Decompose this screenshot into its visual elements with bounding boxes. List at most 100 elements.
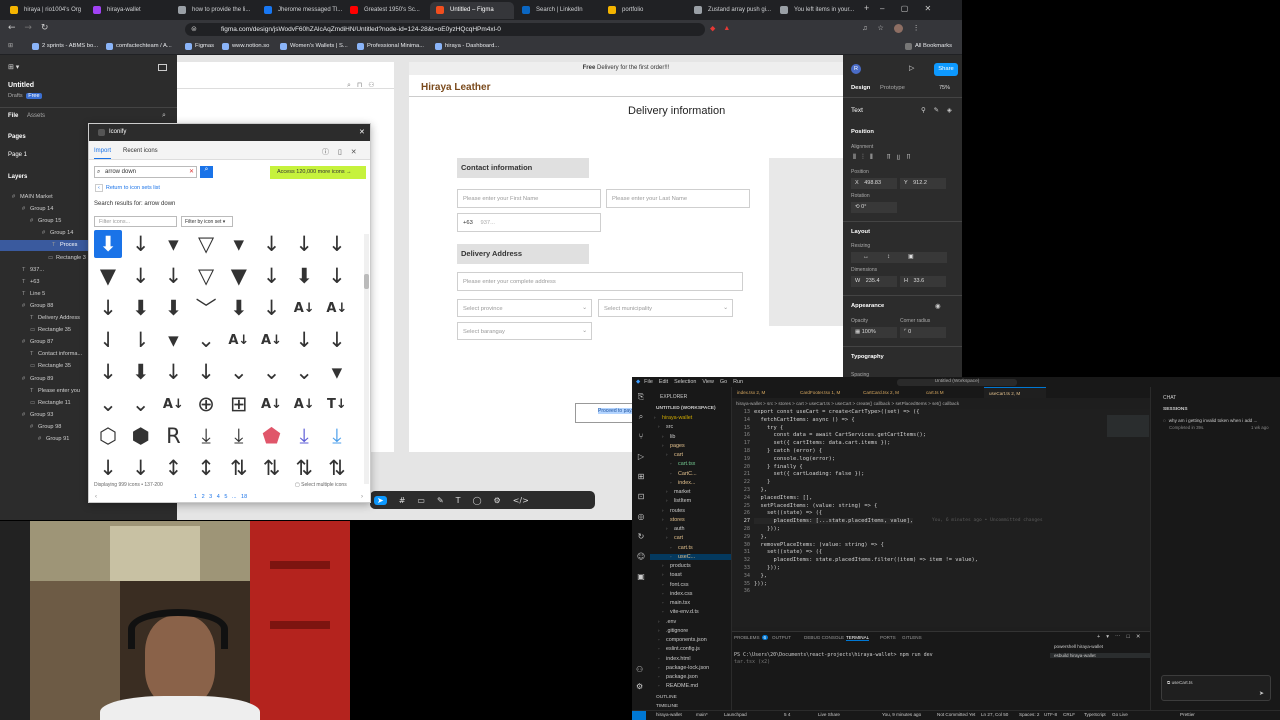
arrow-down-icon-option[interactable]: ↓ — [192, 358, 220, 386]
arrow-down-icon-option[interactable]: ⊞ — [225, 390, 253, 418]
status-item[interactable]: Launchpad — [724, 712, 747, 717]
minimize-icon[interactable]: – — [880, 4, 884, 13]
tab-import[interactable]: Import — [94, 148, 112, 159]
zoom-level[interactable]: 75% — [939, 85, 950, 91]
explorer-item[interactable]: › auth — [650, 526, 731, 532]
arrow-down-icon-option[interactable]: ↓ — [258, 294, 286, 322]
terminal-instance[interactable]: esbuild hiraya-wallet — [1050, 653, 1150, 658]
arrow-down-icon-option[interactable]: ↕ — [192, 454, 220, 482]
arrow-down-icon-option[interactable]: ⤓ — [323, 422, 351, 450]
menu-item-go[interactable]: Go — [720, 379, 727, 385]
source-control-icon[interactable]: ⑂ — [632, 427, 650, 447]
figma-menu-icon[interactable]: ⊞ ▾ — [8, 63, 19, 71]
timeline-section[interactable]: TIMELINE — [656, 704, 678, 709]
explorer-item[interactable]: ◦ useC... — [650, 553, 731, 560]
corner-input[interactable]: ⌜ 0 — [900, 327, 946, 338]
status-item[interactable]: hiraya-wallet — [656, 712, 682, 717]
info-icon[interactable]: ⓘ — [322, 149, 329, 156]
arrow-down-icon-option[interactable]: ⤓ — [290, 422, 318, 450]
docker-icon[interactable]: ▣ — [632, 567, 650, 587]
arrow-down-icon-option[interactable]: ↕ — [159, 454, 187, 482]
arrow-down-icon-option[interactable]: ⇅ — [323, 454, 351, 482]
panel-tab[interactable]: GITLENS — [902, 635, 922, 640]
send-icon[interactable]: ➤ — [1259, 690, 1264, 697]
arrow-down-icon-option[interactable]: A↓ — [323, 294, 351, 322]
chat-input-box[interactable]: ⧉ useCart.ts ➤ — [1161, 675, 1271, 701]
new-tab-icon[interactable]: + — [864, 3, 869, 13]
share-button[interactable]: Share — [934, 63, 958, 76]
alignment-controls[interactable]: ⫴⫶⫴ ⫪⫫⫪ — [853, 154, 916, 162]
menu-kebab-icon[interactable]: ⋮ — [913, 25, 920, 32]
explorer-item[interactable]: › market — [650, 489, 731, 495]
barangay-select[interactable]: Select barangay ⌄ — [457, 322, 592, 340]
arrow-down-icon-option[interactable]: ▾ — [159, 326, 187, 354]
panel-icon[interactable]: ▯ — [338, 149, 342, 156]
explorer-item[interactable]: › .gitignore — [650, 628, 731, 634]
arrow-down-icon-option[interactable]: ⌄ — [94, 390, 122, 418]
arrow-down-icon-option[interactable]: ↓ — [258, 262, 286, 290]
search-button[interactable]: ⌕ — [200, 166, 213, 178]
arrow-down-icon-option[interactable]: ▽ — [192, 262, 220, 290]
arrow-down-icon-option[interactable]: ⬡ — [94, 422, 122, 450]
breadcrumb[interactable]: hiraya-wallet > src > stores > cart > us… — [736, 401, 959, 406]
pen-tool-icon[interactable]: ✎ — [437, 496, 444, 505]
outline-section[interactable]: OUTLINE — [656, 695, 677, 700]
actions-icon[interactable]: ⚙ — [494, 496, 501, 505]
explorer-item[interactable]: ◦ font.css — [650, 582, 731, 588]
pagination[interactable]: 1 2 3 4 5 ... 18 — [194, 494, 247, 500]
height-input[interactable]: H 33.6 — [900, 276, 946, 287]
explorer-item[interactable]: › hiraya-wallet — [650, 415, 731, 421]
status-item[interactable]: UTF-8 — [1044, 712, 1057, 717]
back-icon[interactable]: ← — [8, 23, 16, 33]
menu-item-view[interactable]: View — [702, 379, 714, 385]
arrow-down-icon-option[interactable]: T↓ — [323, 390, 351, 418]
text-tool-icon[interactable]: T — [456, 496, 461, 505]
eye-icon[interactable]: ◉ — [935, 302, 941, 310]
editor-tab[interactable]: useCart.ts 2, M — [984, 387, 1046, 398]
status-item[interactable]: Go Live — [1112, 712, 1128, 717]
chat-context-chip[interactable]: ⧉ useCart.ts — [1167, 680, 1193, 685]
status-item[interactable]: 5 4 — [784, 712, 790, 717]
reload-icon[interactable]: ↻ — [41, 23, 49, 33]
tab-file[interactable]: File — [8, 113, 18, 119]
arrow-down-icon-option[interactable]: ↓ — [323, 262, 351, 290]
account-icon[interactable]: ⚇ — [636, 665, 643, 674]
maximize-icon[interactable]: □ — [1126, 634, 1129, 640]
arrow-down-icon-option[interactable]: A↓ — [258, 390, 286, 418]
explorer-item[interactable]: › routes — [650, 508, 731, 514]
arrow-down-icon-option[interactable]: ↓ — [159, 262, 187, 290]
more-icon[interactable]: ⋯ — [1115, 634, 1121, 640]
tab-design[interactable]: Design — [851, 85, 870, 91]
arrow-down-icon-option[interactable]: ⇅ — [290, 454, 318, 482]
search-icon[interactable]: ⌕ — [632, 407, 650, 427]
explorer-item[interactable]: › listItem — [650, 498, 731, 504]
arrow-down-icon-option[interactable]: ▾ — [225, 230, 253, 258]
menu-item-selection[interactable]: Selection — [674, 379, 696, 385]
panel-tab[interactable]: PROBLEMS 6 — [734, 635, 769, 640]
shape-tool-icon[interactable]: ▭ — [417, 496, 425, 505]
explorer-item[interactable]: › toast — [650, 572, 731, 578]
arrow-down-icon-option[interactable]: ⇅ — [258, 454, 286, 482]
terminal-instance[interactable]: powershell hiraya-wallet — [1050, 644, 1150, 649]
arrow-down-icon-option[interactable]: ⌄ — [225, 358, 253, 386]
arrow-down-icon-option[interactable]: A↓ — [258, 326, 286, 354]
arrow-down-icon-option[interactable]: ⬇ — [94, 230, 122, 258]
explorer-item[interactable]: ◦ index... — [650, 480, 731, 486]
live-share-icon[interactable]: ↻ — [632, 527, 650, 547]
workspace-label[interactable]: UNTITLED (WORKSPACE) — [656, 406, 716, 411]
explorer-item[interactable]: ◦ main.tsx — [650, 600, 731, 606]
y-input[interactable]: Y 912.2 — [900, 178, 946, 189]
first-name-field[interactable]: Please enter your First Name — [457, 189, 601, 208]
menu-item-edit[interactable]: Edit — [659, 379, 668, 385]
new-terminal-icon[interactable]: + — [1097, 634, 1100, 640]
arrow-down-icon-option[interactable]: ↓ — [94, 358, 122, 386]
arrow-down-icon-option[interactable]: ⇂ — [127, 326, 155, 354]
comment-tool-icon[interactable]: ◯ — [473, 496, 482, 505]
rotation-input[interactable]: ⟲ 0° — [851, 202, 897, 213]
status-item[interactable]: You, 9 minutes ago — [882, 712, 921, 717]
tab-recent[interactable]: Recent icons — [123, 148, 158, 154]
status-item[interactable]: Live Share — [818, 712, 840, 717]
address-bar[interactable]: ⊜ figma.com/design/jsWodvF60hZAlcAqZmdiH… — [185, 23, 705, 36]
arrow-down-icon-option[interactable]: ⌄ — [192, 326, 220, 354]
arrow-down-icon-option[interactable]: ⌄ — [258, 358, 286, 386]
